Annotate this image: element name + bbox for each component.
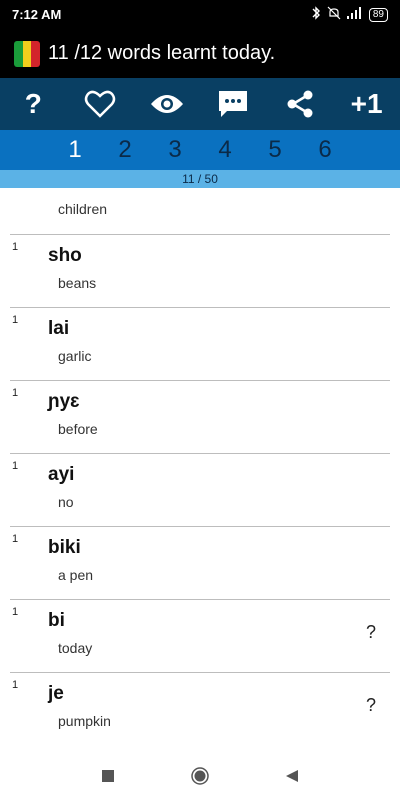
level-tab-2[interactable]: 2	[100, 136, 150, 164]
status-bar: 7:12 AM 89	[0, 0, 400, 30]
word-count: 1	[12, 460, 19, 472]
list-item[interactable]: 1 bi today ?	[10, 600, 390, 673]
word-meaning: beans	[58, 275, 97, 291]
word-term: lai	[48, 318, 70, 339]
mute-icon	[327, 6, 341, 23]
unknown-mark-button[interactable]: ?	[366, 622, 376, 643]
square-icon	[102, 770, 114, 782]
help-label: ?	[24, 88, 42, 119]
battery-indicator: 89	[368, 7, 388, 22]
word-meaning: children	[58, 201, 108, 217]
word-count: 1	[12, 241, 19, 253]
word-term: biki	[48, 537, 81, 558]
circle-icon	[191, 767, 209, 785]
list-item[interactable]: children	[10, 188, 390, 235]
word-count: 1	[12, 533, 19, 545]
level-tab-6[interactable]: 6	[300, 136, 350, 164]
status-icons: 89	[311, 6, 388, 23]
word-list: children 1 sho beans 1 lai garlic 1 ɲyɛ …	[0, 188, 400, 745]
level-tab-1[interactable]: 1	[50, 136, 100, 164]
list-item[interactable]: 1 je pumpkin ?	[10, 673, 390, 745]
word-meaning: today	[58, 640, 93, 656]
back-button[interactable]	[282, 766, 302, 786]
plus-one-label: +1	[350, 88, 383, 119]
level-tab-3[interactable]: 3	[150, 136, 200, 164]
home-button[interactable]	[190, 766, 210, 786]
word-meaning: pumpkin	[58, 713, 111, 729]
list-item[interactable]: 1 biki a pen	[10, 527, 390, 600]
system-nav-bar	[0, 752, 400, 800]
word-term: je	[48, 683, 64, 704]
progress-indicator: 11 / 50	[0, 170, 400, 188]
eye-icon	[150, 95, 183, 113]
list-item[interactable]: 1 sho beans	[10, 235, 390, 308]
word-meaning: no	[58, 494, 74, 510]
heart-icon	[84, 90, 116, 118]
toolbar: ? +1	[0, 78, 400, 130]
level-tabs: 1 2 3 4 5 6	[0, 130, 400, 170]
word-term: ayi	[48, 464, 75, 485]
word-count: 1	[12, 606, 19, 618]
word-term: sho	[48, 245, 82, 266]
word-count: 1	[12, 387, 19, 399]
comment-icon	[219, 91, 248, 117]
share-button[interactable]	[274, 78, 326, 130]
word-meaning: garlic	[58, 348, 92, 364]
app-header: 11 /12 words learnt today.	[0, 30, 400, 78]
favorite-button[interactable]	[74, 78, 126, 130]
signal-icon	[346, 7, 363, 22]
list-item[interactable]: 1 ɲyɛ before	[10, 381, 390, 454]
bluetooth-icon	[311, 6, 321, 23]
level-tab-4[interactable]: 4	[200, 136, 250, 164]
page-title: 11 /12 words learnt today.	[48, 42, 276, 64]
comment-button[interactable]	[207, 78, 259, 130]
word-meaning: a pen	[58, 567, 94, 583]
word-count: 1	[12, 679, 19, 691]
level-tab-5[interactable]: 5	[250, 136, 300, 164]
share-icon	[287, 90, 313, 118]
status-time: 7:12 AM	[12, 7, 62, 22]
word-meaning: before	[58, 421, 98, 437]
unknown-mark-button[interactable]: ?	[366, 695, 376, 716]
plus-one-button[interactable]: +1	[341, 78, 393, 130]
help-button[interactable]: ?	[7, 78, 59, 130]
recents-button[interactable]	[98, 766, 118, 786]
word-term: bi	[48, 610, 65, 631]
list-item[interactable]: 1 ayi no	[10, 454, 390, 527]
word-term: ɲyɛ	[48, 391, 80, 412]
list-item[interactable]: 1 lai garlic	[10, 308, 390, 381]
triangle-back-icon	[286, 770, 298, 782]
show-button[interactable]	[141, 78, 193, 130]
flag-icon	[14, 41, 40, 67]
word-count: 1	[12, 314, 19, 326]
